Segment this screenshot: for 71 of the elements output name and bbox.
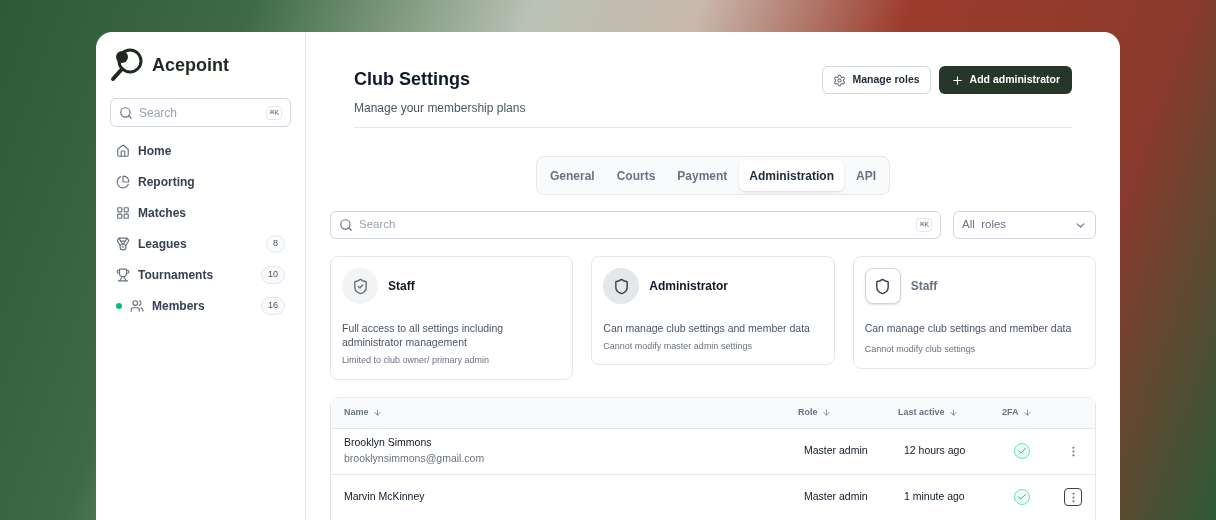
search-input[interactable]: Search: [359, 216, 911, 234]
role-note: Cannot modify master admin settings: [603, 340, 753, 353]
shield-check-icon: [342, 268, 378, 304]
page-subtitle: Manage your membership plans: [354, 100, 526, 117]
users-icon: [130, 299, 144, 313]
plus-icon: [950, 73, 964, 87]
role-title: Staff: [388, 278, 415, 295]
trophy-icon: [116, 268, 130, 282]
sort-arrow-icon: [372, 408, 382, 417]
manage-roles-button[interactable]: Manage roles: [822, 66, 931, 94]
role-cell-text: Master admin: [804, 443, 869, 459]
racket-ball-logo-icon: [110, 48, 144, 82]
settings-icon: [833, 73, 847, 87]
nav-label: Matches: [138, 205, 188, 222]
role-select[interactable]: All roles: [953, 211, 1096, 239]
sort-arrow-icon: [948, 408, 958, 417]
shield-icon: [864, 268, 901, 304]
search-icon: [119, 105, 133, 120]
search-icon: [339, 218, 353, 232]
search-field[interactable]: Search ⌘K: [110, 98, 291, 127]
home-icon: [116, 144, 130, 158]
page-title: Club Settings: [354, 68, 471, 91]
nav-label: Members: [152, 298, 206, 315]
sort-arrow-icon: [1022, 408, 1032, 417]
column-header[interactable]: 2FA: [1002, 405, 1082, 420]
medal-icon: [116, 237, 130, 251]
last-active-cell-text: 1 minute ago: [904, 489, 966, 505]
tab[interactable]: Payment: [667, 160, 738, 191]
role-note: Cannot modify club settings: [864, 343, 977, 356]
pie-chart-icon: [116, 175, 130, 189]
shortcut-hint: ⌘K: [266, 105, 282, 120]
role-cell-text: Master admin: [804, 489, 869, 505]
tab[interactable]: API: [846, 160, 887, 191]
role-note: Limited to club owner/ primary admin: [342, 354, 491, 367]
count-badge: 8: [266, 235, 285, 253]
sort-arrow-icon: [821, 408, 831, 417]
tab[interactable]: Administration: [739, 160, 845, 191]
tab[interactable]: General: [539, 160, 605, 191]
column-header[interactable]: Name: [344, 405, 798, 420]
nav-label: Tournaments: [138, 267, 215, 284]
role-title: Staff: [910, 278, 938, 295]
nav-item[interactable]: Tournaments 10: [110, 265, 291, 285]
search-input[interactable]: Search: [139, 103, 261, 122]
role-description: Can manage club settings and member data: [864, 321, 1073, 335]
member-email: brooklynsimmons@gmail.com: [344, 451, 486, 466]
shortcut-hint: ⌘K: [916, 218, 932, 232]
grid-icon: [116, 206, 130, 220]
add-administrator-button[interactable]: Add administrator: [938, 66, 1072, 94]
shield-icon: [603, 268, 640, 304]
column-header[interactable]: Role: [798, 405, 898, 420]
nav-item[interactable]: Reporting: [110, 172, 291, 192]
member-name: Marvin McKinney: [344, 489, 426, 505]
role-description: Full access to all settings including administrator management: [342, 321, 505, 349]
nav-label: Home: [138, 143, 173, 160]
member-name: Brooklyn Simmons: [344, 435, 433, 451]
more-options-button[interactable]: [1064, 488, 1082, 506]
count-badge: 16: [261, 297, 285, 315]
nav-item[interactable]: Home: [110, 141, 291, 161]
count-badge: 10: [261, 266, 285, 284]
role-title: Administrator: [649, 278, 728, 295]
role-description: Can manage club settings and member data: [603, 321, 811, 335]
nav-item[interactable]: Matches: [110, 203, 291, 223]
tab[interactable]: Courts: [606, 160, 666, 191]
column-header[interactable]: Last active: [898, 405, 1002, 420]
nav-item[interactable]: Members 16: [110, 296, 291, 316]
search-field[interactable]: Search ⌘K: [330, 211, 941, 239]
nav-item[interactable]: Leagues 8: [110, 234, 291, 254]
last-active-cell-text: 12 hours ago: [904, 443, 967, 459]
nav-label: Leagues: [138, 236, 188, 253]
nav-label: Reporting: [138, 174, 196, 191]
brand-name: Acepoint: [152, 53, 229, 77]
